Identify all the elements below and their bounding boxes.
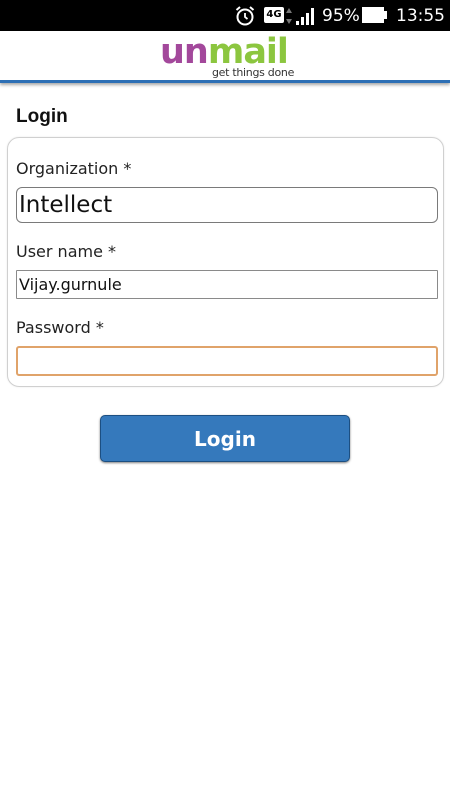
organization-label: Organization *: [16, 159, 132, 178]
login-form-card: Organization * User name * Password *: [7, 137, 444, 387]
logo-tagline: get things done: [212, 66, 295, 79]
battery-percent: 95%: [322, 6, 360, 26]
logo-un: un: [160, 32, 209, 72]
password-field[interactable]: [16, 346, 438, 376]
password-label: Password *: [16, 318, 104, 337]
page-title: Login: [16, 106, 68, 127]
status-bar: 4G 95% 13:55: [0, 0, 450, 31]
unmail-logo: unmail get things done: [160, 33, 295, 81]
alarm-icon: [235, 6, 255, 26]
signal-icon: [296, 8, 314, 25]
clock: 13:55: [396, 6, 445, 26]
app-header: unmail get things done: [0, 31, 450, 83]
login-button[interactable]: Login: [100, 415, 350, 462]
network-type: 4G: [264, 7, 284, 23]
username-label: User name *: [16, 242, 117, 261]
username-field[interactable]: [16, 270, 438, 299]
data-activity-icon: [286, 8, 292, 24]
organization-field[interactable]: [16, 187, 438, 223]
battery-icon: [362, 7, 387, 23]
